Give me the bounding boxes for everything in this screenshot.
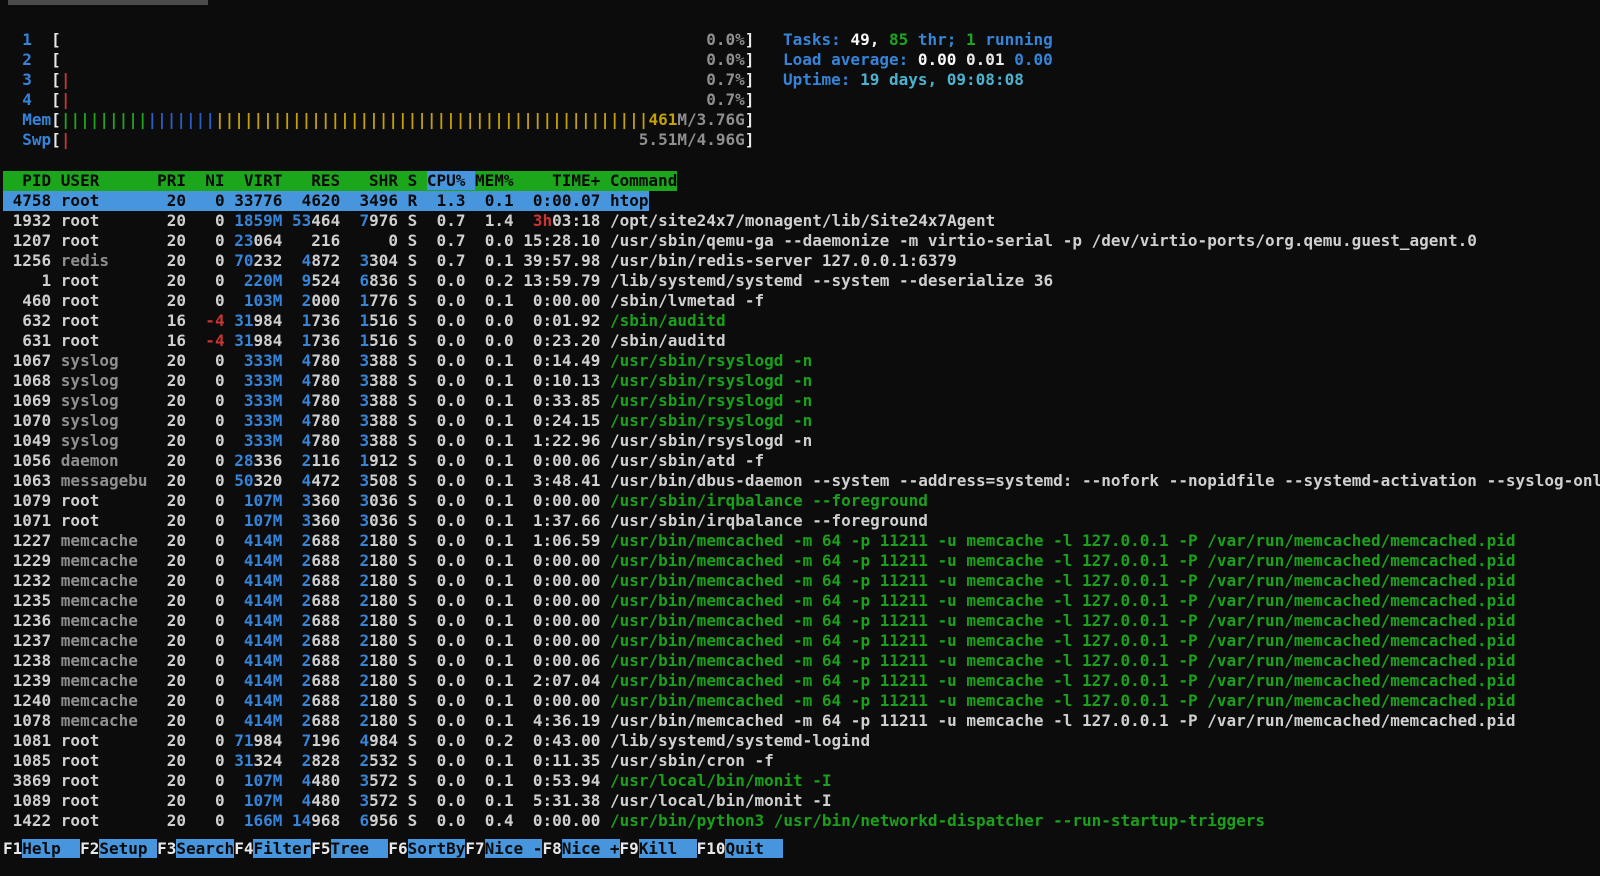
table-row[interactable]: 3869 root 20 0 107M 4480 3572 S 0.0 0.1 … (3, 771, 832, 791)
fn-label-help[interactable]: Help (22, 839, 81, 858)
column-header-mem[interactable]: MEM% (475, 171, 523, 190)
table-row[interactable]: 1089 root 20 0 107M 4480 3572 S 0.0 0.1 … (3, 791, 832, 811)
table-row[interactable]: 1068 syslog 20 0 333M 4780 3388 S 0.0 0.… (3, 371, 813, 391)
column-header-user[interactable]: USER (61, 171, 157, 190)
table-row[interactable]: 1239 memcache 20 0 414M 2688 2180 S 0.0 … (3, 671, 1516, 691)
column-header-pri[interactable]: PRI (157, 171, 196, 190)
table-row[interactable]: 632 root 16 -4 31984 1736 1516 S 0.0 0.0… (3, 311, 725, 331)
fn-label-kill[interactable]: Kill (638, 839, 697, 858)
column-header-s[interactable]: S (408, 171, 427, 190)
column-header-ni[interactable]: NI (196, 171, 235, 190)
swp-meter: Swp[| 5.51M/4.96G] (22, 130, 755, 149)
column-header-pid[interactable]: PID (3, 171, 61, 190)
fn-label-setup[interactable]: Setup (99, 839, 158, 858)
fn-key-f10[interactable]: F10 (697, 839, 726, 858)
fn-key-f1[interactable]: F1 (3, 839, 22, 858)
fn-label-quit[interactable]: Quit (725, 839, 784, 858)
table-row[interactable]: 1079 root 20 0 107M 3360 3036 S 0.0 0.1 … (3, 491, 928, 511)
column-header-virt[interactable]: VIRT (234, 171, 292, 190)
table-row[interactable]: 631 root 16 -4 31984 1736 1516 S 0.0 0.0… (3, 331, 725, 351)
table-row[interactable]: 1932 root 20 0 1859M 53464 7976 S 0.7 1.… (3, 211, 996, 231)
column-header-time[interactable]: TIME+ (523, 171, 610, 190)
table-row[interactable]: 1085 root 20 0 31324 2828 2532 S 0.0 0.1… (3, 751, 774, 771)
table-row[interactable]: 1069 syslog 20 0 333M 4780 3388 S 0.0 0.… (3, 391, 813, 411)
mem-meter: Mem[||||||||||||||||||||||||||||||||||||… (22, 110, 755, 129)
table-row[interactable]: 1256 redis 20 0 70232 4872 3304 S 0.7 0.… (3, 251, 957, 271)
column-header-res[interactable]: RES (292, 171, 350, 190)
fn-key-f3[interactable]: F3 (157, 839, 176, 858)
column-header-command[interactable]: Command (610, 171, 677, 190)
fn-key-f5[interactable]: F5 (311, 839, 330, 858)
table-row[interactable]: 1232 memcache 20 0 414M 2688 2180 S 0.0 … (3, 571, 1516, 591)
fn-label-nice-[interactable]: Nice - (484, 839, 543, 858)
load-average-line: Load average: 0.00 0.01 0.00 (783, 50, 1053, 69)
table-row[interactable]: 1081 root 20 0 71984 7196 4984 S 0.0 0.2… (3, 731, 870, 751)
cpu3-meter: 3 [| 0.7%] (22, 70, 755, 89)
table-row[interactable]: 1207 root 20 0 23064 216 0 S 0.7 0.0 15:… (3, 231, 1477, 251)
tasks-line: Tasks: 49, 85 thr; 1 running (783, 30, 1053, 49)
fn-label-nice+[interactable]: Nice + (561, 839, 620, 858)
table-row[interactable]: 1236 memcache 20 0 414M 2688 2180 S 0.0 … (3, 611, 1516, 631)
table-row[interactable]: 1049 syslog 20 0 333M 4780 3388 S 0.0 0.… (3, 431, 813, 451)
cpu2-meter: 2 [ 0.0%] (22, 50, 755, 69)
table-row[interactable]: 1227 memcache 20 0 414M 2688 2180 S 0.0 … (3, 531, 1516, 551)
fn-key-f6[interactable]: F6 (388, 839, 407, 858)
table-row[interactable]: 1063 messagebu 20 0 50320 4472 3508 S 0.… (3, 471, 1600, 491)
cpu1-meter: 1 [ 0.0%] (22, 30, 755, 49)
table-row[interactable]: 1056 daemon 20 0 28336 2116 1912 S 0.0 0… (3, 451, 764, 471)
table-row[interactable]: 1 root 20 0 220M 9524 6836 S 0.0 0.2 13:… (3, 271, 1054, 291)
table-row[interactable]: 1235 memcache 20 0 414M 2688 2180 S 0.0 … (3, 591, 1516, 611)
table-row[interactable]: 1237 memcache 20 0 414M 2688 2180 S 0.0 … (3, 631, 1516, 651)
fn-label-tree[interactable]: Tree (330, 839, 389, 858)
window-artifact-bar (8, 0, 208, 5)
fn-key-f9[interactable]: F9 (620, 839, 639, 858)
table-row[interactable]: 1229 memcache 20 0 414M 2688 2180 S 0.0 … (3, 551, 1516, 571)
fn-key-f7[interactable]: F7 (465, 839, 484, 858)
table-row[interactable]: 1067 syslog 20 0 333M 4780 3388 S 0.0 0.… (3, 351, 813, 371)
fn-label-sortby[interactable]: SortBy (407, 839, 466, 858)
fn-label-search[interactable]: Search (176, 839, 235, 858)
table-row[interactable]: 4758 root 20 0 33776 4620 3496 R 1.3 0.1… (3, 191, 649, 211)
fn-key-f4[interactable]: F4 (234, 839, 253, 858)
fn-key-f8[interactable]: F8 (542, 839, 561, 858)
cpu4-meter: 4 [| 0.7%] (22, 90, 755, 109)
fn-key-f2[interactable]: F2 (80, 839, 99, 858)
fn-label-filter[interactable]: Filter (253, 839, 312, 858)
table-row[interactable]: 460 root 20 0 103M 2000 1776 S 0.0 0.1 0… (3, 291, 764, 311)
column-header-shr[interactable]: SHR (350, 171, 408, 190)
table-row[interactable]: 1070 syslog 20 0 333M 4780 3388 S 0.0 0.… (3, 411, 813, 431)
table-row[interactable]: 1238 memcache 20 0 414M 2688 2180 S 0.0 … (3, 651, 1516, 671)
table-row[interactable]: 1422 root 20 0 166M 14968 6956 S 0.0 0.4… (3, 811, 1265, 831)
table-row[interactable]: 1240 memcache 20 0 414M 2688 2180 S 0.0 … (3, 691, 1516, 711)
uptime-line: Uptime: 19 days, 09:08:08 (783, 70, 1024, 89)
table-row[interactable]: 1078 memcache 20 0 414M 2688 2180 S 0.0 … (3, 711, 1516, 731)
table-row[interactable]: 1071 root 20 0 107M 3360 3036 S 0.0 0.1 … (3, 511, 928, 531)
